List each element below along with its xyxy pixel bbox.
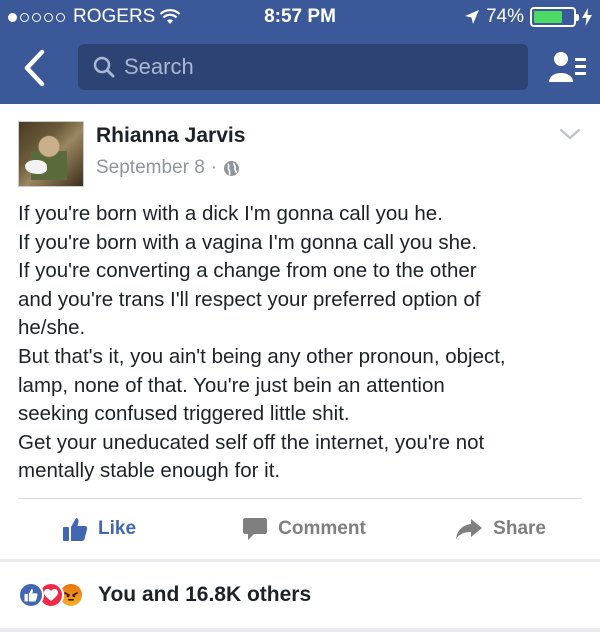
search-bar[interactable] xyxy=(78,44,528,90)
reaction-summary[interactable]: You and 16.8K others xyxy=(98,583,311,607)
author-name[interactable]: Rhianna Jarvis xyxy=(96,124,245,148)
comment-button[interactable]: Comment xyxy=(223,499,384,558)
post-line: But that's it, you ain't being any other… xyxy=(18,344,506,368)
globe-icon xyxy=(224,160,240,176)
share-arrow-icon xyxy=(456,518,483,539)
post-line: If you're converting a change from one t… xyxy=(18,259,477,283)
post-line: seeking confused triggered little shit. xyxy=(18,402,350,426)
reactions-bar[interactable]: You and 16.8K others xyxy=(0,562,600,628)
post-line: mentally stable enough for it. xyxy=(18,459,281,483)
location-arrow-icon xyxy=(464,10,479,24)
chevron-down-icon[interactable] xyxy=(558,126,582,142)
post-line: If you're born with a dick I'm gonna cal… xyxy=(18,202,443,225)
battery-icon xyxy=(530,7,579,27)
post-line: lamp, none of that. You're just bein an … xyxy=(18,373,445,397)
post-line: Get your uneducated self off the interne… xyxy=(18,430,485,454)
post-body: If you're born with a dick I'm gonna cal… xyxy=(18,200,588,486)
back-chevron-icon[interactable] xyxy=(18,48,52,88)
nav-row xyxy=(0,42,600,94)
search-input[interactable] xyxy=(124,54,504,80)
share-label: Share xyxy=(493,517,546,539)
reaction-icons xyxy=(18,582,84,608)
post-meta: September 8 · xyxy=(96,157,240,179)
post-line: and you're trans I'll respect your prefe… xyxy=(18,287,481,311)
top-bar: ROGERS 8:57 PM 74% xyxy=(0,0,600,104)
search-icon xyxy=(93,56,115,78)
share-button[interactable]: Share xyxy=(385,499,582,558)
action-bar: Like Comment Share xyxy=(18,498,582,558)
comment-icon xyxy=(243,517,268,540)
meta-separator: · xyxy=(210,157,218,178)
post-line: he/she. xyxy=(18,316,86,340)
post-line: If you're born with a vagina I'm gonna c… xyxy=(18,230,478,254)
like-button[interactable]: Like xyxy=(18,499,223,558)
post-date[interactable]: September 8 xyxy=(96,157,205,179)
like-reaction-icon xyxy=(18,582,44,608)
comment-label: Comment xyxy=(278,517,366,539)
avatar[interactable] xyxy=(18,121,84,187)
status-right: 74% xyxy=(464,6,592,28)
thumbs-up-icon xyxy=(63,517,88,541)
status-bar: ROGERS 8:57 PM 74% xyxy=(0,0,600,34)
like-label: Like xyxy=(98,517,137,539)
charging-bolt-icon xyxy=(582,8,592,26)
post-card: Rhianna Jarvis September 8 · If you're b… xyxy=(0,104,600,559)
battery-percent: 74% xyxy=(485,6,524,27)
friend-requests-icon[interactable] xyxy=(548,48,588,88)
